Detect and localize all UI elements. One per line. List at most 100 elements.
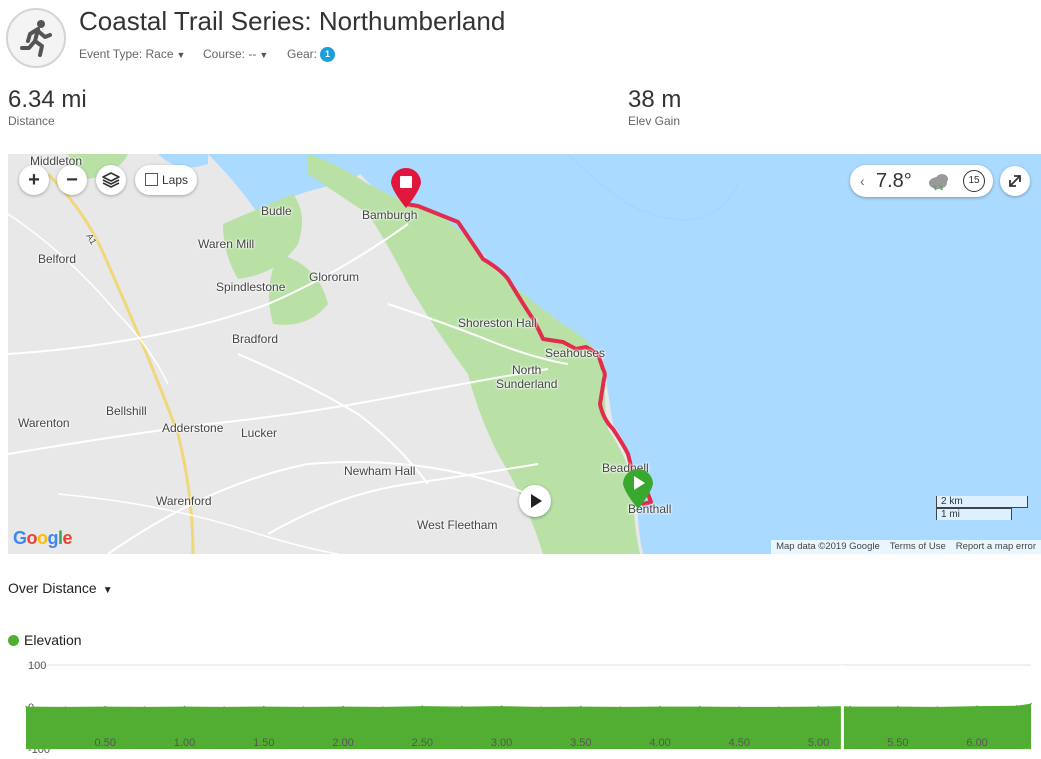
elevation-point [500,705,503,707]
chart-mode-dropdown[interactable]: Over Distance ▼ [8,580,113,596]
route-map[interactable]: Middleton Bamburgh Budle Waren Mill Belf… [8,154,1041,554]
finish-marker-icon[interactable] [389,165,423,209]
google-logo: Google [13,528,73,548]
gear-count-badge[interactable]: 1 [320,47,336,62]
elevation-point [976,705,978,707]
scale-mi: 1 mi [936,508,1012,520]
chevron-down-icon: ▼ [102,585,113,596]
elevation-point [302,706,305,708]
chart-mode-label: Over Distance [8,580,97,596]
start-marker-icon[interactable] [621,466,655,510]
y-tick-label: 100 [28,660,46,672]
x-tick-label: 5.50 [887,737,908,749]
place-label: Spindlestone [216,280,286,294]
place-label: Bamburgh [362,208,418,222]
laps-label: Laps [162,173,189,187]
elevation-point [104,705,107,708]
x-tick-label: 2.00 [332,737,353,749]
gear-selector[interactable]: Gear: 1 [287,47,336,62]
x-tick-label: 2.50 [412,737,433,749]
fullscreen-button[interactable] [1000,166,1030,196]
weather-widget[interactable]: ‹ 7.8° 15 [850,165,993,197]
map-attribution: Map data ©2019 Google Terms of Use Report … [771,540,1041,554]
map-data-credit: Map data ©2019 Google [776,541,880,552]
elevation-point [817,705,820,708]
elevation-point [897,705,899,708]
x-tick-label: 3.50 [570,737,591,749]
elevation-point [25,705,27,708]
place-label: Seahouses [545,346,606,360]
gear-label: Gear: [287,47,318,61]
elevation-point [849,705,852,708]
elevation-point [223,706,225,708]
event-type-label: Event Type: Race [79,47,174,61]
x-tick-label: 5.00 [808,737,829,749]
zoom-in-button[interactable]: + [19,165,49,195]
wind-speed-icon: 15 [963,170,985,192]
activity-title: Coastal Trail Series: Northumberland [79,6,506,36]
elevation-point [64,706,67,708]
elevation-point [778,706,780,708]
terms-link[interactable]: Terms of Use [885,541,951,552]
x-tick-label: 1.50 [253,737,274,749]
play-icon [531,494,542,508]
elevation-point [342,705,344,708]
x-tick-label: 4.50 [729,737,750,749]
zoom-out-button[interactable]: − [57,165,87,195]
elevation-point [144,706,146,708]
legend-color-dot [8,635,19,646]
elevation-point [698,705,701,708]
chevron-down-icon: ▼ [176,50,186,60]
activity-type-avatar [6,8,66,68]
data-gap [840,665,844,749]
place-label: Lucker [241,426,278,440]
place-label: Newham Hall [344,464,416,478]
laps-toggle[interactable]: Laps [135,165,197,195]
elev-gain-label: Elev Gain [628,114,681,128]
course-dropdown[interactable]: Course: -- ▼ [203,47,268,61]
wind-speed-value: 15 [968,175,980,186]
elevation-point [619,706,622,708]
cloud-weather-icon [929,174,948,191]
elevation-point [1015,704,1018,707]
place-label: Bradford [232,332,279,346]
map-layers-button[interactable] [96,165,126,195]
play-route-button[interactable] [519,485,551,517]
x-tick-label: 4.00 [649,737,670,749]
expand-icon [1009,175,1021,187]
elevation-chart[interactable]: 1000-1000.501.001.502.002.503.003.504.00… [0,652,1041,759]
place-label: Bellshill [106,404,147,418]
elevation-point [461,705,463,708]
elevation-point [580,705,582,708]
laps-checkbox[interactable] [145,173,158,186]
map-scale: 2 km 1 mi [936,496,1028,520]
temperature-value: 7.8° [876,170,912,192]
place-label: Belford [38,252,77,266]
place-label: West Fleetham [417,518,498,532]
x-tick-label: 3.00 [491,737,512,749]
place-label: Waren Mill [198,237,255,251]
elev-gain-value: 38 m [628,86,682,113]
place-label: Adderstone [162,421,224,435]
scale-km: 2 km [936,496,1028,508]
course-label: Course: -- [203,47,257,61]
place-label: Budle [261,204,292,218]
place-label: North Sunderland [496,363,558,391]
report-error-link[interactable]: Report a map error [951,541,1041,552]
elevation-point [183,705,186,708]
elevation-point [936,706,939,708]
layers-icon [102,172,120,188]
place-label: Shoreston Hall [458,316,537,330]
place-label: Glororum [309,270,360,284]
event-type-dropdown[interactable]: Event Type: Race ▼ [79,47,185,61]
chevron-left-icon[interactable]: ‹ [860,173,865,189]
elevation-point [540,706,542,708]
running-person-icon [20,20,52,57]
x-tick-label: 1.00 [174,737,195,749]
elevation-point [1030,702,1032,705]
elevation-point [659,705,661,708]
elevation-point [738,706,741,708]
elev-gain-stat: 38 m Elev Gain [628,86,681,128]
elevation-point [262,705,265,708]
chart-legend[interactable]: Elevation [8,632,82,648]
